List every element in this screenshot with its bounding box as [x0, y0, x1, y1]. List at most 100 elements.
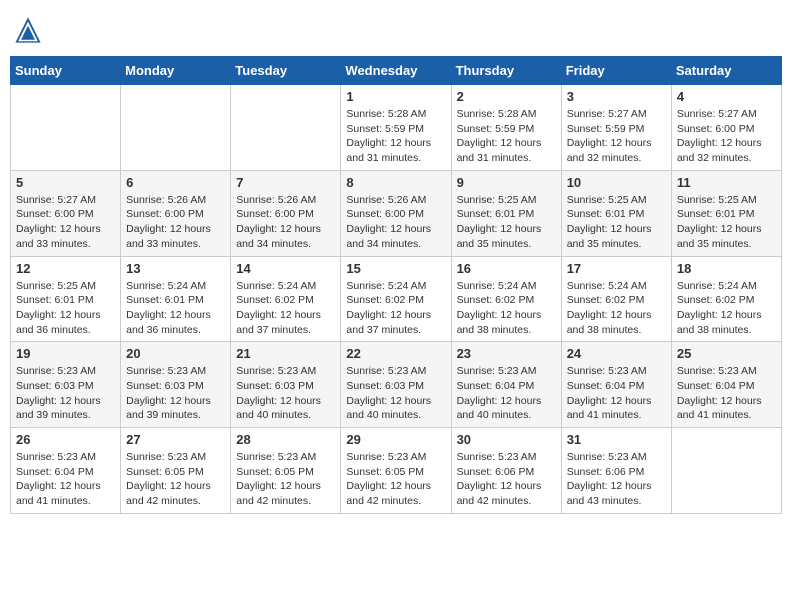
day-info: Sunrise: 5:24 AMSunset: 6:02 PMDaylight:… — [346, 279, 445, 338]
day-info: Sunrise: 5:25 AMSunset: 6:01 PMDaylight:… — [457, 193, 556, 252]
calendar-cell — [671, 428, 781, 514]
calendar-cell — [121, 85, 231, 171]
day-info: Sunrise: 5:23 AMSunset: 6:03 PMDaylight:… — [346, 364, 445, 423]
day-info: Sunrise: 5:23 AMSunset: 6:03 PMDaylight:… — [16, 364, 115, 423]
day-number: 27 — [126, 432, 225, 447]
calendar-cell: 26Sunrise: 5:23 AMSunset: 6:04 PMDayligh… — [11, 428, 121, 514]
day-number: 12 — [16, 261, 115, 276]
day-info: Sunrise: 5:23 AMSunset: 6:04 PMDaylight:… — [457, 364, 556, 423]
day-number: 16 — [457, 261, 556, 276]
day-info: Sunrise: 5:23 AMSunset: 6:04 PMDaylight:… — [16, 450, 115, 509]
logo — [14, 16, 44, 44]
calendar-header-row: SundayMondayTuesdayWednesdayThursdayFrid… — [11, 57, 782, 85]
col-header-tuesday: Tuesday — [231, 57, 341, 85]
calendar-cell: 14 Sunrise: 5:24 AMSunset: 6:02 PMDayligh… — [231, 256, 341, 342]
day-number: 8 — [346, 175, 445, 190]
day-info: Sunrise: 5:28 AMSunset: 5:59 PMDaylight:… — [346, 107, 445, 166]
day-info: Sunrise: 5:25 AMSunset: 6:01 PMDaylight:… — [677, 193, 776, 252]
day-number: 2 — [457, 89, 556, 104]
day-number: 1 — [346, 89, 445, 104]
calendar-cell: 25 Sunrise: 5:23 AMSunset: 6:04 PMDayligh… — [671, 342, 781, 428]
col-header-friday: Friday — [561, 57, 671, 85]
calendar-cell: 6 Sunrise: 5:26 AMSunset: 6:00 PMDaylight… — [121, 170, 231, 256]
day-info: Sunrise: 5:23 AMSunset: 6:05 PMDaylight:… — [236, 450, 335, 509]
calendar-cell: 15 Sunrise: 5:24 AMSunset: 6:02 PMDayligh… — [341, 256, 451, 342]
day-info: Sunrise: 5:26 AMSunset: 6:00 PMDaylight:… — [126, 193, 225, 252]
day-info: Sunrise: 5:23 AMSunset: 6:03 PMDaylight:… — [126, 364, 225, 423]
day-number: 7 — [236, 175, 335, 190]
calendar-week-row: 12 Sunrise: 5:25 AMSunset: 6:01 PMDayligh… — [11, 256, 782, 342]
logo-icon — [14, 16, 42, 44]
calendar-cell: 20 Sunrise: 5:23 AMSunset: 6:03 PMDayligh… — [121, 342, 231, 428]
calendar-cell: 9 Sunrise: 5:25 AMSunset: 6:01 PMDaylight… — [451, 170, 561, 256]
day-number: 24 — [567, 346, 666, 361]
day-info: Sunrise: 5:24 AMSunset: 6:02 PMDaylight:… — [236, 279, 335, 338]
calendar-cell: 28 Sunrise: 5:23 AMSunset: 6:05 PMDayligh… — [231, 428, 341, 514]
day-info: Sunrise: 5:26 AMSunset: 6:00 PMDaylight:… — [236, 193, 335, 252]
calendar-cell: 30Sunrise: 5:23 AMSunset: 6:06 PMDayligh… — [451, 428, 561, 514]
calendar-cell: 4Sunrise: 5:27 AMSunset: 6:00 PMDaylight… — [671, 85, 781, 171]
day-info: Sunrise: 5:28 AMSunset: 5:59 PMDaylight:… — [457, 107, 556, 166]
col-header-thursday: Thursday — [451, 57, 561, 85]
calendar-cell — [231, 85, 341, 171]
day-info: Sunrise: 5:23 AMSunset: 6:05 PMDaylight:… — [126, 450, 225, 509]
day-info: Sunrise: 5:25 AMSunset: 6:01 PMDaylight:… — [16, 279, 115, 338]
day-info: Sunrise: 5:27 AMSunset: 6:00 PMDaylight:… — [16, 193, 115, 252]
calendar-cell: 29 Sunrise: 5:23 AMSunset: 6:05 PMDayligh… — [341, 428, 451, 514]
day-info: Sunrise: 5:24 AMSunset: 6:02 PMDaylight:… — [677, 279, 776, 338]
day-number: 25 — [677, 346, 776, 361]
day-number: 20 — [126, 346, 225, 361]
day-info: Sunrise: 5:23 AMSunset: 6:05 PMDaylight:… — [346, 450, 445, 509]
calendar-cell: 23 Sunrise: 5:23 AMSunset: 6:04 PMDayligh… — [451, 342, 561, 428]
day-info: Sunrise: 5:24 AMSunset: 6:01 PMDaylight:… — [126, 279, 225, 338]
day-info: Sunrise: 5:24 AMSunset: 6:02 PMDaylight:… — [457, 279, 556, 338]
day-number: 30 — [457, 432, 556, 447]
day-number: 11 — [677, 175, 776, 190]
calendar-table: SundayMondayTuesdayWednesdayThursdayFrid… — [10, 56, 782, 514]
day-info: Sunrise: 5:23 AMSunset: 6:04 PMDaylight:… — [567, 364, 666, 423]
calendar-cell: 8Sunrise: 5:26 AMSunset: 6:00 PMDaylight… — [341, 170, 451, 256]
day-number: 6 — [126, 175, 225, 190]
calendar-cell: 5 Sunrise: 5:27 AMSunset: 6:00 PMDaylight… — [11, 170, 121, 256]
day-number: 10 — [567, 175, 666, 190]
calendar-cell: 3Sunrise: 5:27 AMSunset: 5:59 PMDaylight… — [561, 85, 671, 171]
calendar-week-row: 19 Sunrise: 5:23 AMSunset: 6:03 PMDayligh… — [11, 342, 782, 428]
calendar-cell: 7 Sunrise: 5:26 AMSunset: 6:00 PMDaylight… — [231, 170, 341, 256]
calendar-cell: 17Sunrise: 5:24 AMSunset: 6:02 PMDayligh… — [561, 256, 671, 342]
day-number: 21 — [236, 346, 335, 361]
day-number: 18 — [677, 261, 776, 276]
calendar-cell: 31Sunrise: 5:23 AMSunset: 6:06 PMDayligh… — [561, 428, 671, 514]
calendar-cell: 1 Sunrise: 5:28 AMSunset: 5:59 PMDaylight… — [341, 85, 451, 171]
day-number: 13 — [126, 261, 225, 276]
calendar-cell: 21 Sunrise: 5:23 AMSunset: 6:03 PMDayligh… — [231, 342, 341, 428]
day-number: 14 — [236, 261, 335, 276]
calendar-cell: 18 Sunrise: 5:24 AMSunset: 6:02 PMDayligh… — [671, 256, 781, 342]
calendar-cell: 11 Sunrise: 5:25 AMSunset: 6:01 PMDayligh… — [671, 170, 781, 256]
day-number: 31 — [567, 432, 666, 447]
day-number: 23 — [457, 346, 556, 361]
page-header — [10, 10, 782, 50]
day-number: 28 — [236, 432, 335, 447]
day-number: 17 — [567, 261, 666, 276]
day-number: 9 — [457, 175, 556, 190]
calendar-cell: 16 Sunrise: 5:24 AMSunset: 6:02 PMDayligh… — [451, 256, 561, 342]
day-number: 29 — [346, 432, 445, 447]
day-info: Sunrise: 5:23 AMSunset: 6:03 PMDaylight:… — [236, 364, 335, 423]
day-number: 19 — [16, 346, 115, 361]
calendar-cell — [11, 85, 121, 171]
day-info: Sunrise: 5:27 AMSunset: 5:59 PMDaylight:… — [567, 107, 666, 166]
calendar-week-row: 1 Sunrise: 5:28 AMSunset: 5:59 PMDaylight… — [11, 85, 782, 171]
day-number: 5 — [16, 175, 115, 190]
calendar-cell: 22 Sunrise: 5:23 AMSunset: 6:03 PMDayligh… — [341, 342, 451, 428]
calendar-cell: 12 Sunrise: 5:25 AMSunset: 6:01 PMDayligh… — [11, 256, 121, 342]
day-number: 15 — [346, 261, 445, 276]
day-number: 22 — [346, 346, 445, 361]
col-header-sunday: Sunday — [11, 57, 121, 85]
day-info: Sunrise: 5:23 AMSunset: 6:04 PMDaylight:… — [677, 364, 776, 423]
col-header-saturday: Saturday — [671, 57, 781, 85]
calendar-cell: 19 Sunrise: 5:23 AMSunset: 6:03 PMDayligh… — [11, 342, 121, 428]
day-number: 4 — [677, 89, 776, 104]
calendar-cell: 24 Sunrise: 5:23 AMSunset: 6:04 PMDayligh… — [561, 342, 671, 428]
calendar-cell: 27 Sunrise: 5:23 AMSunset: 6:05 PMDayligh… — [121, 428, 231, 514]
day-info: Sunrise: 5:25 AMSunset: 6:01 PMDaylight:… — [567, 193, 666, 252]
